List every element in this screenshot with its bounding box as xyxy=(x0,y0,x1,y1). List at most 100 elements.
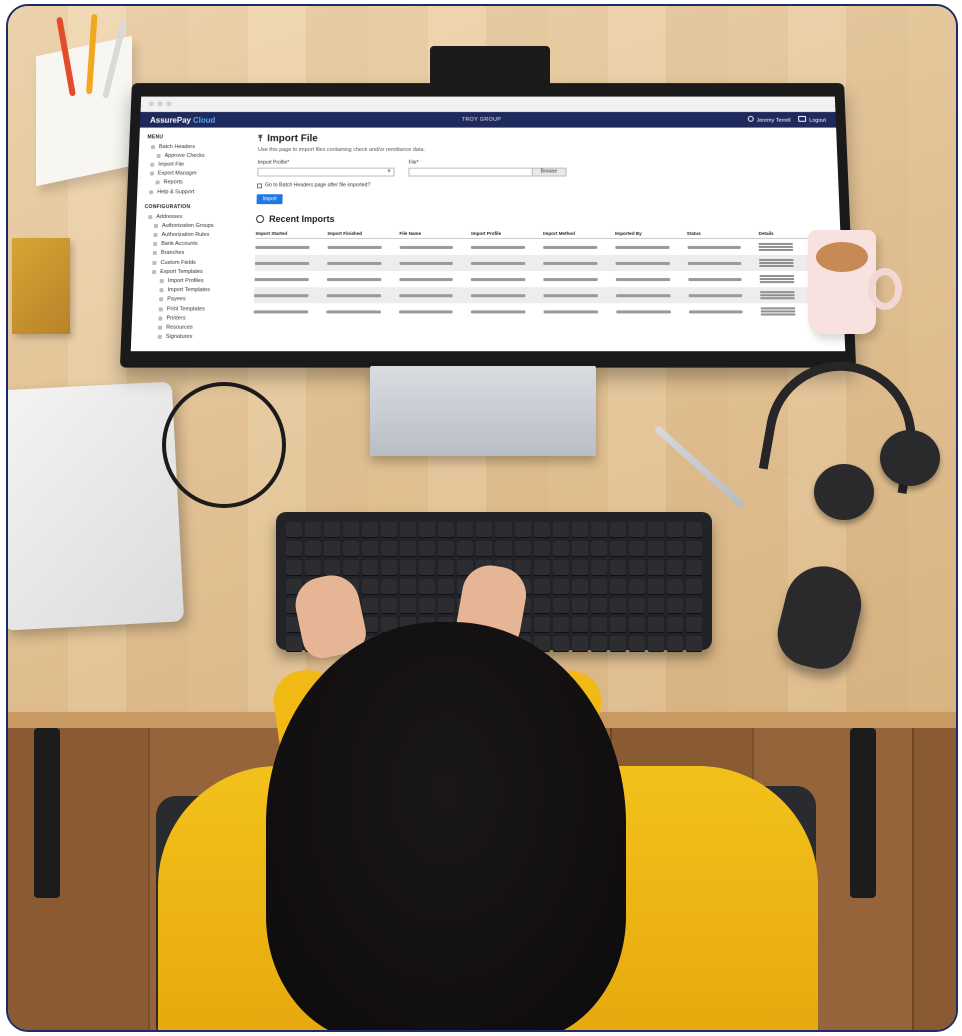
menu-item-icon xyxy=(159,279,164,284)
keyboard-key xyxy=(590,579,607,595)
sidebar-item[interactable]: Print Templates xyxy=(138,304,237,313)
column-header[interactable]: Import Finished xyxy=(328,231,400,236)
browse-button[interactable]: Browse xyxy=(531,167,567,177)
window-dot-icon[interactable] xyxy=(148,101,154,107)
keyboard-key xyxy=(286,636,303,652)
sidebar-item[interactable]: Branches xyxy=(141,249,240,258)
brand-logo[interactable]: AssurePay Cloud xyxy=(150,115,216,124)
logout-link[interactable]: Logout xyxy=(798,115,826,124)
sidebar-item[interactable]: Export Manager xyxy=(144,169,242,178)
table-cell-placeholder xyxy=(471,309,526,313)
tablet-device xyxy=(8,381,185,631)
sidebar-item[interactable]: Import Templates xyxy=(139,286,238,295)
keyboard-key xyxy=(362,579,379,595)
keyboard-key xyxy=(514,522,531,538)
sidebar-item-label: Bank Accounts xyxy=(161,241,198,248)
keyboard-key xyxy=(419,541,436,557)
sidebar-item-label: Addresses xyxy=(156,213,183,220)
headset-earcup-left xyxy=(814,464,874,520)
menu-item-icon xyxy=(157,325,163,330)
table-row[interactable] xyxy=(254,254,832,272)
keyboard-key xyxy=(609,541,626,557)
keyboard-key xyxy=(666,598,683,614)
sidebar-item-label: Approve Checks xyxy=(164,152,205,159)
keyboard-key xyxy=(305,560,322,576)
keyboard-key xyxy=(438,579,455,595)
mug-handle xyxy=(868,268,902,310)
keyboard-key xyxy=(286,541,303,557)
sidebar-item[interactable]: Bank Accounts xyxy=(141,240,240,249)
keyboard-key xyxy=(666,579,683,595)
keyboard-key xyxy=(495,541,512,557)
sidebar-item[interactable]: Import Profiles xyxy=(139,276,238,285)
keyboard-key xyxy=(666,522,683,538)
menu-item-icon xyxy=(158,306,163,312)
sidebar-item-label: Resources xyxy=(165,324,193,331)
batch-redirect-checkbox[interactable] xyxy=(256,182,263,188)
sidebar-item-label: Import Profiles xyxy=(167,278,204,285)
menu-item-icon xyxy=(157,334,162,340)
import-profile-select[interactable] xyxy=(257,167,395,177)
keyboard-key xyxy=(457,522,474,538)
sidebar-item[interactable]: Help & Support xyxy=(143,187,241,196)
window-dot-icon[interactable] xyxy=(166,101,172,107)
column-header[interactable]: Import Method xyxy=(543,231,615,236)
table-row[interactable] xyxy=(253,303,833,319)
sidebar-item-label: Print Templates xyxy=(166,305,206,313)
table-cell-placeholder xyxy=(398,309,453,313)
keyboard-key xyxy=(685,579,702,595)
keyboard-key xyxy=(457,541,474,557)
keyboard-key xyxy=(400,541,417,557)
table-row[interactable] xyxy=(253,287,834,304)
coffee-mug xyxy=(808,230,876,334)
file-input[interactable] xyxy=(408,167,532,177)
column-header[interactable]: Status xyxy=(687,231,759,236)
sidebar-item[interactable]: Custom Fields xyxy=(140,258,239,267)
menu-item-icon xyxy=(148,214,153,219)
sidebar-item[interactable]: Signatures xyxy=(137,332,237,341)
sidebar-item[interactable]: Export Templates xyxy=(140,267,239,276)
table-row[interactable] xyxy=(254,271,832,287)
keyboard-key xyxy=(343,522,360,538)
window-dot-icon[interactable] xyxy=(157,101,163,107)
keyboard-key xyxy=(628,522,645,538)
keyboard-key xyxy=(685,522,702,538)
table-cell-placeholder xyxy=(398,277,454,281)
sidebar-item[interactable]: Import File xyxy=(144,160,242,169)
keyboard-key xyxy=(438,560,455,576)
history-icon xyxy=(256,215,265,223)
sidebar-item[interactable]: Reports xyxy=(143,178,241,187)
keyboard-key xyxy=(476,522,493,538)
sidebar-item[interactable]: Resources xyxy=(138,323,238,332)
monitor-cable xyxy=(162,382,286,508)
table-row[interactable] xyxy=(255,239,831,255)
sidebar-item[interactable]: Batch Headers xyxy=(145,142,242,151)
keyboard-key xyxy=(666,541,683,557)
column-header[interactable]: Import Started xyxy=(256,231,328,236)
table-cell-placeholder xyxy=(254,293,309,297)
sidebar-item[interactable]: Payees xyxy=(139,295,238,304)
keyboard-key xyxy=(609,636,626,652)
column-header[interactable]: Import Profile xyxy=(471,231,543,236)
sidebar-item[interactable]: Addresses xyxy=(142,212,240,221)
sidebar-item-label: Printers xyxy=(166,315,186,322)
sidebar-item[interactable]: Approve Checks xyxy=(145,151,243,160)
keyboard-key xyxy=(590,541,607,557)
keyboard-key xyxy=(609,579,626,595)
sidebar-item[interactable]: Printers xyxy=(138,314,237,323)
sidebar-item[interactable]: Authorization Rules xyxy=(141,230,239,239)
menu-item-icon xyxy=(153,223,158,228)
sidebar-item-label: Signatures xyxy=(165,333,193,341)
import-button[interactable]: Import xyxy=(256,194,283,205)
table-header: Import Started Import Finished File Name Im… xyxy=(255,228,831,239)
sidebar-item[interactable]: Authorization Groups xyxy=(142,221,240,230)
monitor-stand xyxy=(370,366,596,456)
column-header[interactable]: File Name xyxy=(399,231,471,236)
user-menu[interactable]: Jeremy Terrell xyxy=(747,115,791,124)
table-cell-placeholder xyxy=(326,277,381,281)
column-header[interactable]: Imported By xyxy=(615,231,687,236)
keyboard-key xyxy=(362,560,379,576)
keyboard-key xyxy=(628,617,645,633)
table-cell-placeholder xyxy=(471,261,526,265)
keyboard-key xyxy=(628,636,645,652)
